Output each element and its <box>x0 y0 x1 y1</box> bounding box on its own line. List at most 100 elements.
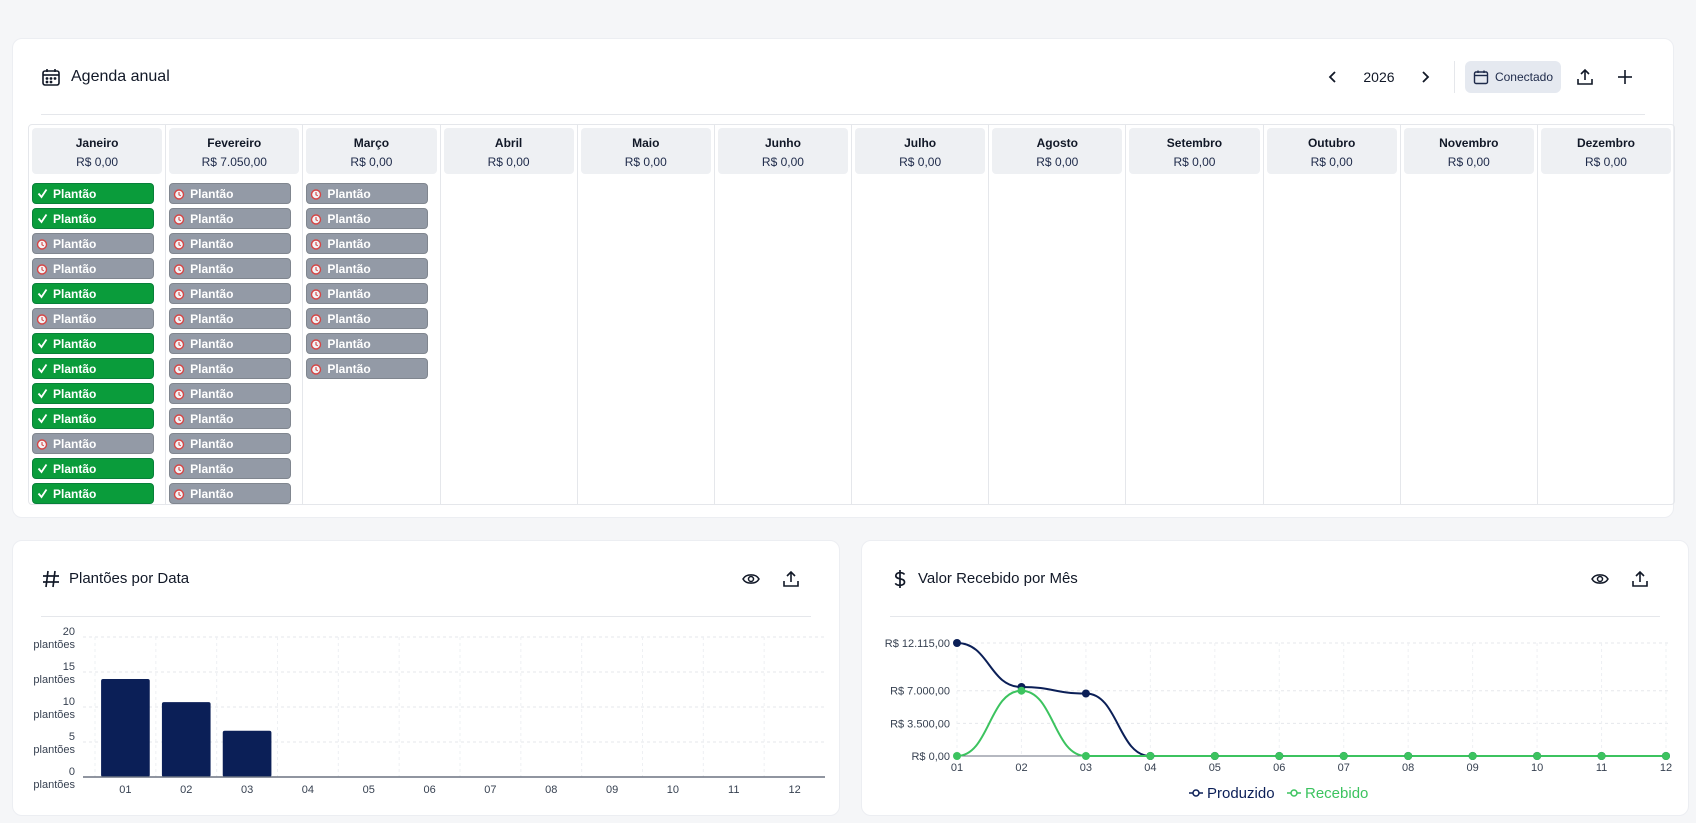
shift-item-pending[interactable]: Plantão <box>306 358 429 379</box>
month-header[interactable]: Outubro R$ 0,00 <box>1266 128 1397 174</box>
y-tick-label: R$ 12.115,00 <box>885 638 950 650</box>
month-column: Agosto R$ 0,00 <box>989 125 1127 504</box>
shift-item-pending[interactable]: Plantão <box>169 408 292 429</box>
alarm-clock-icon <box>173 463 185 475</box>
data-point-recebido[interactable] <box>1339 752 1348 760</box>
shift-item-confirmed[interactable]: Plantão <box>32 183 154 204</box>
data-point-recebido[interactable] <box>953 752 961 760</box>
month-header[interactable]: Abril R$ 0,00 <box>443 128 574 174</box>
shift-item-pending[interactable]: Plantão <box>169 458 292 479</box>
shift-label: Plantão <box>53 336 97 351</box>
data-point-recebido[interactable] <box>1017 686 1026 695</box>
shift-item-pending[interactable]: Plantão <box>306 183 429 204</box>
shift-item-pending[interactable]: Plantão <box>169 183 292 204</box>
data-point-recebido[interactable] <box>1468 752 1477 760</box>
shift-item-pending[interactable]: Plantão <box>32 258 154 279</box>
month-header[interactable]: Setembro R$ 0,00 <box>1129 128 1260 174</box>
data-point-produzido[interactable] <box>953 639 961 647</box>
shift-item-confirmed[interactable]: Plantão <box>32 358 154 379</box>
month-total: R$ 0,00 <box>1584 155 1627 169</box>
month-header[interactable]: Julho R$ 0,00 <box>855 128 986 174</box>
legend-item[interactable]: Recebido <box>1287 785 1368 802</box>
legend-item[interactable]: Produzido <box>1189 785 1275 802</box>
month-header[interactable]: Janeiro R$ 0,00 <box>32 128 163 174</box>
shift-item-pending[interactable]: Plantão <box>169 308 292 329</box>
shift-item-pending[interactable]: Plantão <box>306 208 429 229</box>
data-point-recebido[interactable] <box>1146 752 1155 760</box>
shift-item-confirmed[interactable]: Plantão <box>32 283 154 304</box>
alarm-clock-icon <box>310 338 322 350</box>
shift-item-pending[interactable]: Plantão <box>169 433 292 454</box>
add-shift-button[interactable] <box>1605 61 1645 93</box>
y-tick-unit: plantões <box>33 744 75 756</box>
shift-item-pending[interactable]: Plantão <box>32 308 154 329</box>
check-icon <box>36 463 48 475</box>
toggle-visibility-button[interactable] <box>731 563 771 595</box>
calendar-connect-button[interactable]: Conectado <box>1464 60 1561 93</box>
shift-label: Plantão <box>190 336 234 351</box>
data-point-recebido[interactable] <box>1210 752 1219 760</box>
upload-icon <box>1577 68 1593 85</box>
month-name: Junho <box>764 136 801 150</box>
export-button[interactable] <box>1620 563 1660 595</box>
alarm-clock-icon <box>310 213 322 225</box>
shift-item-confirmed[interactable]: Plantão <box>32 458 154 479</box>
export-button[interactable] <box>771 563 811 595</box>
data-point-recebido[interactable] <box>1662 752 1670 760</box>
data-point-recebido[interactable] <box>1081 752 1090 760</box>
x-tick-label: 04 <box>302 784 314 796</box>
x-tick-label: 10 <box>1531 762 1543 774</box>
shift-item-pending[interactable]: Plantão <box>169 233 292 254</box>
data-point-recebido[interactable] <box>1597 752 1606 760</box>
shift-item-confirmed[interactable]: Plantão <box>32 408 154 429</box>
shift-item-pending[interactable]: Plantão <box>306 283 429 304</box>
month-header[interactable]: Fevereiro R$ 7.050,00 <box>169 128 300 174</box>
data-point-recebido[interactable] <box>1275 752 1284 760</box>
y-tick-label: R$ 7.000,00 <box>890 686 950 698</box>
next-year-button[interactable] <box>1410 62 1440 92</box>
bar[interactable] <box>101 679 150 777</box>
shift-item-confirmed[interactable]: Plantão <box>32 383 154 404</box>
month-header[interactable]: Novembro R$ 0,00 <box>1403 128 1534 174</box>
toggle-visibility-button[interactable] <box>1580 563 1620 595</box>
shift-item-pending[interactable]: Plantão <box>169 383 292 404</box>
alarm-clock-icon <box>310 363 322 375</box>
month-header[interactable]: Março R$ 0,00 <box>306 128 437 174</box>
shift-item-pending[interactable]: Plantão <box>169 258 292 279</box>
shift-item-confirmed[interactable]: Plantão <box>32 333 154 354</box>
export-button[interactable] <box>1565 61 1605 93</box>
month-header[interactable]: Dezembro R$ 0,00 <box>1540 128 1672 174</box>
shift-item-pending[interactable]: Plantão <box>306 333 429 354</box>
month-header[interactable]: Maio R$ 0,00 <box>580 128 711 174</box>
month-header[interactable]: Junho R$ 0,00 <box>717 128 849 174</box>
shift-item-pending[interactable]: Plantão <box>306 233 429 254</box>
shifts-bar-chart: 0plantões5plantões10plantões15plantões20… <box>33 626 825 796</box>
shift-label: Plantão <box>53 361 97 376</box>
data-point-recebido[interactable] <box>1404 752 1413 760</box>
month-total: R$ 0,00 <box>761 155 804 169</box>
shift-item-pending[interactable]: Plantão <box>32 233 154 254</box>
shift-label: Plantão <box>190 436 234 451</box>
month-header[interactable]: Agosto R$ 0,00 <box>992 128 1123 174</box>
shift-item-confirmed[interactable]: Plantão <box>32 208 154 229</box>
data-point-produzido[interactable] <box>1081 689 1090 698</box>
chart1-title: Plantões por Data <box>69 570 190 587</box>
shift-item-pending[interactable]: Plantão <box>306 308 429 329</box>
shift-item-confirmed[interactable]: Plantão <box>32 483 154 504</box>
data-point-recebido[interactable] <box>1533 752 1542 760</box>
shift-item-pending[interactable]: Plantão <box>169 358 292 379</box>
month-total: R$ 0,00 <box>1310 155 1353 169</box>
shift-item-pending[interactable]: Plantão <box>169 283 292 304</box>
bar[interactable] <box>222 730 272 777</box>
shift-list: Plantão Plantão Plantão Plantão Plantão Plant… <box>306 183 429 383</box>
check-icon <box>36 288 48 300</box>
shift-item-pending[interactable]: Plantão <box>169 483 292 504</box>
bar[interactable] <box>161 702 211 777</box>
shift-item-pending[interactable]: Plantão <box>169 208 292 229</box>
shift-label: Plantão <box>53 411 97 426</box>
month-total: R$ 0,00 <box>76 155 119 169</box>
shift-item-pending[interactable]: Plantão <box>169 333 292 354</box>
shift-item-pending[interactable]: Plantão <box>32 433 154 454</box>
shift-item-pending[interactable]: Plantão <box>306 258 429 279</box>
previous-year-button[interactable] <box>1318 62 1348 92</box>
